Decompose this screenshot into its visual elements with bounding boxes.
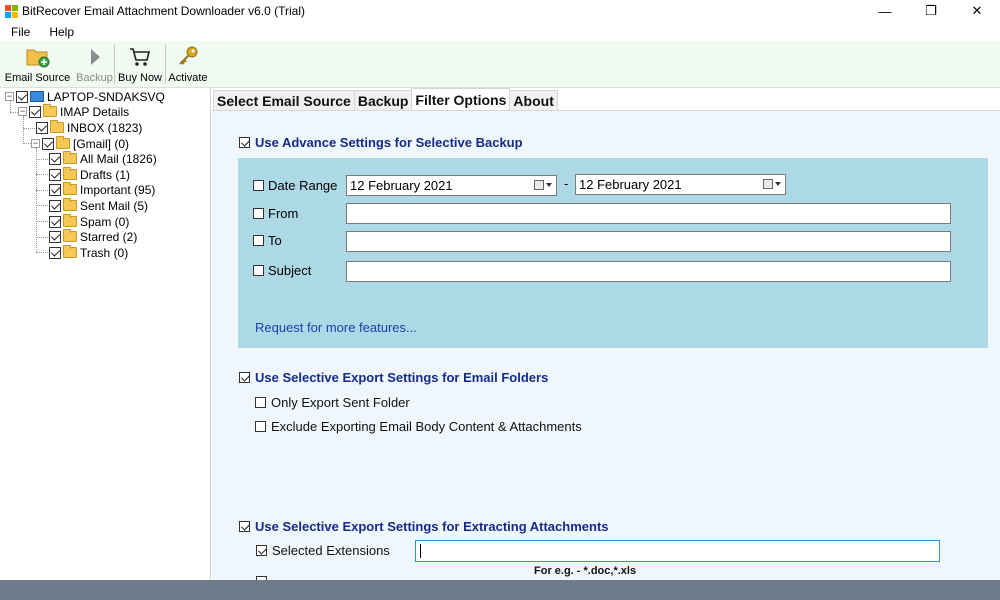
trash-folder-icon bbox=[63, 245, 77, 258]
title-bar: BitRecover Email Attachment Downloader v… bbox=[0, 0, 1000, 22]
filter-options-panel: Use Advance Settings for Selective Backu… bbox=[212, 110, 1000, 581]
to-option[interactable]: To bbox=[253, 233, 282, 248]
to-input[interactable] bbox=[346, 231, 951, 252]
tab-strip: Select Email Source Backup Filter Option… bbox=[213, 88, 558, 110]
selected-extensions-checkbox[interactable] bbox=[256, 545, 267, 556]
tree-node-sent-mail[interactable]: Sent Mail (5) bbox=[49, 198, 148, 213]
close-button[interactable]: ✕ bbox=[954, 0, 1000, 22]
from-option[interactable]: From bbox=[253, 206, 298, 221]
folder-icon bbox=[56, 136, 70, 149]
server-folder-icon bbox=[43, 104, 57, 117]
selected-extensions-option[interactable]: Selected Extensions bbox=[256, 543, 390, 558]
tree-node-starred[interactable]: Starred (2) bbox=[49, 229, 137, 244]
drafts-folder-icon bbox=[63, 167, 77, 180]
collapse-icon[interactable]: − bbox=[18, 107, 27, 116]
exclude-body-checkbox[interactable] bbox=[255, 421, 266, 432]
attachments-option[interactable]: Use Selective Export Settings for Extrac… bbox=[239, 519, 609, 534]
subject-option[interactable]: Subject bbox=[253, 263, 311, 278]
exclude-body-option[interactable]: Exclude Exporting Email Body Content & A… bbox=[255, 419, 582, 434]
tree-node-important[interactable]: Important (95) bbox=[49, 182, 155, 197]
folder-icon bbox=[63, 214, 77, 227]
calendar-dropdown-icon[interactable] bbox=[763, 179, 781, 189]
tree-checkbox[interactable] bbox=[49, 183, 61, 196]
advance-settings-checkbox[interactable] bbox=[239, 137, 250, 148]
buy-now-button[interactable]: Buy Now bbox=[115, 41, 165, 88]
only-sent-checkbox[interactable] bbox=[255, 397, 266, 408]
play-arrow-icon bbox=[82, 44, 108, 70]
folder-icon bbox=[63, 229, 77, 242]
folder-icon bbox=[50, 120, 64, 133]
subject-input[interactable] bbox=[346, 261, 951, 282]
from-input[interactable] bbox=[346, 203, 951, 224]
email-folders-checkbox[interactable] bbox=[239, 372, 250, 383]
tree-node-drafts[interactable]: Drafts (1) bbox=[49, 167, 130, 182]
only-sent-option[interactable]: Only Export Sent Folder bbox=[255, 395, 410, 410]
tree-node-gmail[interactable]: − [Gmail] (0) bbox=[31, 136, 129, 151]
tab-select-email-source[interactable]: Select Email Source bbox=[213, 90, 355, 110]
maximize-button[interactable]: ❐ bbox=[908, 0, 954, 22]
cart-icon bbox=[127, 44, 153, 70]
menu-file[interactable]: File bbox=[3, 25, 38, 39]
date-range-checkbox[interactable] bbox=[253, 180, 264, 191]
tree-checkbox[interactable] bbox=[49, 168, 61, 181]
key-icon bbox=[175, 44, 201, 70]
subject-checkbox[interactable] bbox=[253, 265, 264, 276]
tree-checkbox[interactable] bbox=[36, 121, 48, 134]
tree-node-inbox[interactable]: INBOX (1823) bbox=[36, 120, 142, 135]
date-to-picker[interactable]: 12 February 2021 bbox=[575, 174, 786, 195]
sent-folder-icon bbox=[63, 198, 77, 211]
tab-about[interactable]: About bbox=[509, 90, 558, 110]
extensions-input[interactable] bbox=[415, 540, 940, 562]
tree-node-all-mail[interactable]: All Mail (1826) bbox=[49, 151, 157, 166]
request-features-link[interactable]: Request for more features... bbox=[255, 320, 417, 335]
calendar-dropdown-icon[interactable] bbox=[534, 180, 552, 190]
date-from-picker[interactable]: 12 February 2021 bbox=[346, 175, 557, 196]
tree-checkbox[interactable] bbox=[16, 90, 28, 103]
advance-settings-option[interactable]: Use Advance Settings for Selective Backu… bbox=[239, 135, 523, 150]
email-folders-option[interactable]: Use Selective Export Settings for Email … bbox=[239, 370, 548, 385]
folder-icon bbox=[63, 151, 77, 164]
tab-backup[interactable]: Backup bbox=[353, 90, 413, 110]
app-logo-icon bbox=[5, 4, 18, 18]
tree-checkbox[interactable] bbox=[49, 215, 61, 228]
attachments-checkbox[interactable] bbox=[239, 521, 250, 532]
tree-checkbox[interactable] bbox=[49, 246, 61, 259]
tree-checkbox[interactable] bbox=[49, 199, 61, 212]
tree-checkbox[interactable] bbox=[49, 230, 61, 243]
tree-checkbox[interactable] bbox=[29, 105, 41, 118]
menu-help[interactable]: Help bbox=[41, 25, 82, 39]
filter-criteria-box: Date Range 12 February 2021 - 12 Februar… bbox=[238, 158, 988, 348]
tree-checkbox[interactable] bbox=[42, 137, 54, 150]
to-checkbox[interactable] bbox=[253, 235, 264, 246]
email-source-button[interactable]: Email Source bbox=[0, 41, 75, 88]
status-bar bbox=[0, 580, 1000, 600]
toolbar: Email Source Backup Buy Now Activate bbox=[0, 41, 1000, 88]
tab-filter-options[interactable]: Filter Options bbox=[411, 88, 511, 110]
folder-tree: − LAPTOP-SNDAKSVQ − IMAP Details INBOX (… bbox=[0, 88, 211, 580]
folder-add-icon bbox=[25, 44, 51, 70]
tree-node-spam[interactable]: Spam (0) bbox=[49, 214, 129, 229]
backup-button[interactable]: Backup bbox=[75, 41, 114, 88]
window-title: BitRecover Email Attachment Downloader v… bbox=[22, 4, 305, 18]
folder-icon bbox=[63, 182, 77, 195]
tree-node-root[interactable]: − LAPTOP-SNDAKSVQ bbox=[5, 89, 165, 104]
extensions-hint: For e.g. - *.doc,*.xls bbox=[534, 565, 637, 577]
tree-node-imap[interactable]: − IMAP Details bbox=[18, 104, 129, 119]
activate-button[interactable]: Activate bbox=[166, 41, 210, 88]
from-checkbox[interactable] bbox=[253, 208, 264, 219]
date-separator: - bbox=[564, 176, 569, 191]
collapse-icon[interactable]: − bbox=[5, 92, 14, 101]
computer-icon bbox=[30, 91, 44, 102]
tree-node-trash[interactable]: Trash (0) bbox=[49, 245, 128, 260]
tree-checkbox[interactable] bbox=[49, 152, 61, 165]
collapse-icon[interactable]: − bbox=[31, 139, 40, 148]
date-range-option[interactable]: Date Range bbox=[253, 178, 337, 193]
menu-bar: File Help bbox=[0, 22, 1000, 41]
minimize-button[interactable]: — bbox=[862, 0, 908, 22]
